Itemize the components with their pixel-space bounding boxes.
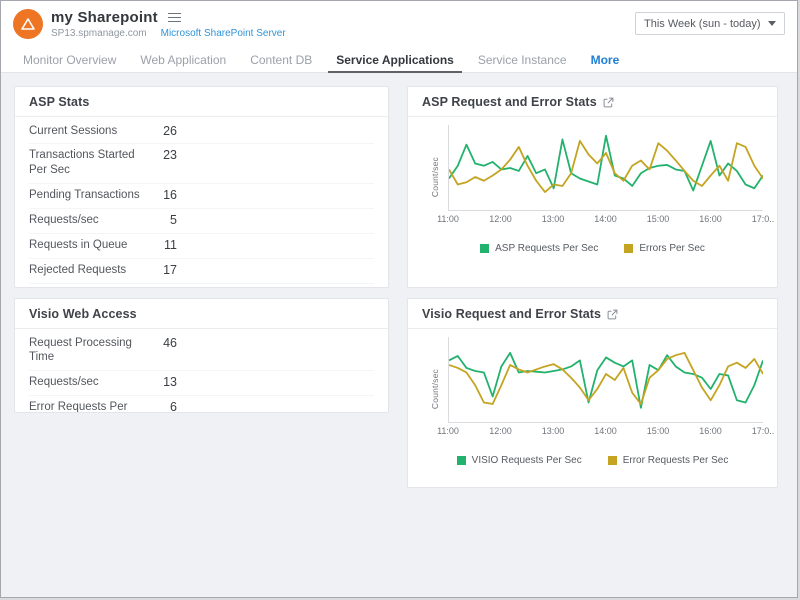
- stat-value: 16: [147, 188, 177, 202]
- legend-swatch-icon: [457, 456, 466, 465]
- legend-label: VISIO Requests Per Sec: [472, 455, 582, 466]
- visio-access-rows: Request Processing Time46Requests/sec13E…: [15, 329, 388, 413]
- stat-row: Transactions Started Per Sec23: [29, 144, 374, 184]
- legend-swatch-icon: [480, 244, 489, 253]
- stat-label: Request Processing Time: [29, 336, 147, 366]
- x-tick-label: 15:00: [647, 214, 670, 224]
- stat-label: Requests/sec: [29, 375, 147, 390]
- visio-chart-ylabel: Count/sec: [430, 369, 440, 409]
- x-tick-label: 17:0..: [752, 214, 775, 224]
- stat-label: Transactions Started Per Sec: [29, 148, 147, 178]
- asp-chart-panel: ASP Request and Error Stats Count/sec 11…: [407, 86, 778, 288]
- title-block: my Sharepoint SP13.spmanage.com Microsof…: [51, 9, 286, 39]
- visio-chart-title: Visio Request and Error Stats: [422, 307, 601, 321]
- x-tick-label: 13:00: [542, 214, 565, 224]
- monitor-status-badge: [13, 9, 43, 39]
- legend-item[interactable]: Errors Per Sec: [624, 243, 705, 254]
- charts-column: ASP Request and Error Stats Count/sec 11…: [407, 86, 778, 488]
- header: my Sharepoint SP13.spmanage.com Microsof…: [1, 1, 797, 47]
- tab-more[interactable]: More: [579, 47, 632, 72]
- stat-value: 46: [147, 336, 177, 350]
- stat-label: Rejected Requests: [29, 263, 147, 278]
- stat-label: Current Sessions: [29, 124, 147, 139]
- time-range-value: This Week (sun - today): [644, 18, 761, 30]
- asp-chart: Count/sec 11:00 12:00 13:00 14:00 15:00 16:00…: [408, 117, 777, 268]
- tab-web-application[interactable]: Web Application: [128, 47, 238, 72]
- stats-column: ASP Stats Current Sessions26Transactions…: [14, 86, 389, 488]
- stat-row: Rejected Requests17: [29, 259, 374, 284]
- legend-swatch-icon: [608, 456, 617, 465]
- asp-stats-panel: ASP Stats Current Sessions26Transactions…: [14, 86, 389, 288]
- visio-chart-xticks: 11:0012:0013:0014:0015:0016:0017:0..: [448, 426, 763, 441]
- legend-label: Error Requests Per Sec: [623, 455, 729, 466]
- open-in-new-icon[interactable]: [603, 97, 614, 108]
- asp-stats-title: ASP Stats: [29, 95, 89, 109]
- tab-monitor-overview[interactable]: Monitor Overview: [11, 47, 128, 72]
- asp-chart-plot[interactable]: [448, 125, 763, 211]
- warning-triangle-icon: [20, 16, 36, 32]
- open-in-new-icon[interactable]: [607, 309, 618, 320]
- visio-chart-legend: VISIO Requests Per Sec Error Requests Per…: [422, 441, 763, 476]
- visio-chart: Count/sec 11:00 12:00 13:00 14:00 15:00 16:00…: [408, 329, 777, 480]
- dashboard-root: my Sharepoint SP13.spmanage.com Microsof…: [0, 0, 798, 598]
- stat-row: Requests/sec13: [29, 371, 374, 396]
- x-tick-label: 16:00: [699, 426, 722, 436]
- asp-chart-title: ASP Request and Error Stats: [422, 95, 597, 109]
- caret-down-icon: [768, 21, 776, 26]
- stat-value: 11: [147, 238, 177, 252]
- asp-chart-xticks: 11:0012:0013:0014:0015:0016:0017:0..: [448, 214, 763, 229]
- stat-value: 13: [147, 375, 177, 389]
- legend-swatch-icon: [624, 244, 633, 253]
- stat-label: Requests/sec: [29, 213, 147, 228]
- hamburger-menu-icon[interactable]: [166, 11, 183, 25]
- asp-chart-ylabel: Count/sec: [430, 157, 440, 197]
- stat-row: Request Processing Time46: [29, 331, 374, 371]
- monitor-host: SP13.spmanage.com: [51, 28, 147, 39]
- x-tick-label: 15:00: [647, 426, 670, 436]
- server-type-link[interactable]: Microsoft SharePoint Server: [161, 28, 286, 39]
- x-tick-label: 11:00: [437, 426, 459, 436]
- legend-item[interactable]: VISIO Requests Per Sec: [457, 455, 582, 466]
- tab-content-db[interactable]: Content DB: [238, 47, 324, 72]
- page-title: my Sharepoint: [51, 9, 158, 26]
- legend-label: Errors Per Sec: [639, 243, 705, 254]
- legend-item[interactable]: Error Requests Per Sec: [608, 455, 729, 466]
- stat-row: Requests/sec5: [29, 209, 374, 234]
- x-tick-label: 14:00: [594, 214, 617, 224]
- asp-stats-rows: Current Sessions26Transactions Started P…: [15, 117, 388, 288]
- x-tick-label: 12:00: [489, 426, 512, 436]
- x-tick-label: 11:00: [437, 214, 459, 224]
- stat-value: 5: [147, 213, 177, 227]
- stat-row: Error Requests Per Sec6: [29, 396, 374, 413]
- x-tick-label: 16:00: [699, 214, 722, 224]
- stat-value: 6: [147, 400, 177, 413]
- x-tick-label: 13:00: [542, 426, 565, 436]
- asp-chart-legend: ASP Requests Per Sec Errors Per Sec: [422, 229, 763, 264]
- stat-row: Current Sessions26: [29, 119, 374, 144]
- x-tick-label: 14:00: [594, 426, 617, 436]
- visio-access-title: Visio Web Access: [29, 307, 137, 321]
- visio-access-panel: Visio Web Access Request Processing Time…: [14, 298, 389, 413]
- stat-row: Errors Per Sec3: [29, 284, 374, 288]
- x-tick-label: 12:00: [489, 214, 512, 224]
- stat-row: Requests in Queue11: [29, 234, 374, 259]
- stat-label: Error Requests Per Sec: [29, 400, 147, 413]
- x-tick-label: 17:0..: [752, 426, 775, 436]
- stat-value: 17: [147, 263, 177, 277]
- tab-service-applications[interactable]: Service Applications: [324, 47, 466, 72]
- visio-chart-plot[interactable]: [448, 337, 763, 423]
- tab-bar: Monitor OverviewWeb ApplicationContent D…: [1, 47, 797, 73]
- legend-label: ASP Requests Per Sec: [495, 243, 598, 254]
- visio-chart-panel: Visio Request and Error Stats Count/sec …: [407, 298, 778, 488]
- stat-value: 23: [147, 148, 177, 162]
- stat-label: Requests in Queue: [29, 238, 147, 253]
- legend-item[interactable]: ASP Requests Per Sec: [480, 243, 598, 254]
- time-range-select[interactable]: This Week (sun - today): [635, 12, 785, 35]
- stat-row: Pending Transactions16: [29, 184, 374, 209]
- main-content: ASP Stats Current Sessions26Transactions…: [1, 73, 797, 488]
- stat-value: 26: [147, 124, 177, 138]
- tab-service-instance[interactable]: Service Instance: [466, 47, 579, 72]
- stat-label: Pending Transactions: [29, 188, 147, 203]
